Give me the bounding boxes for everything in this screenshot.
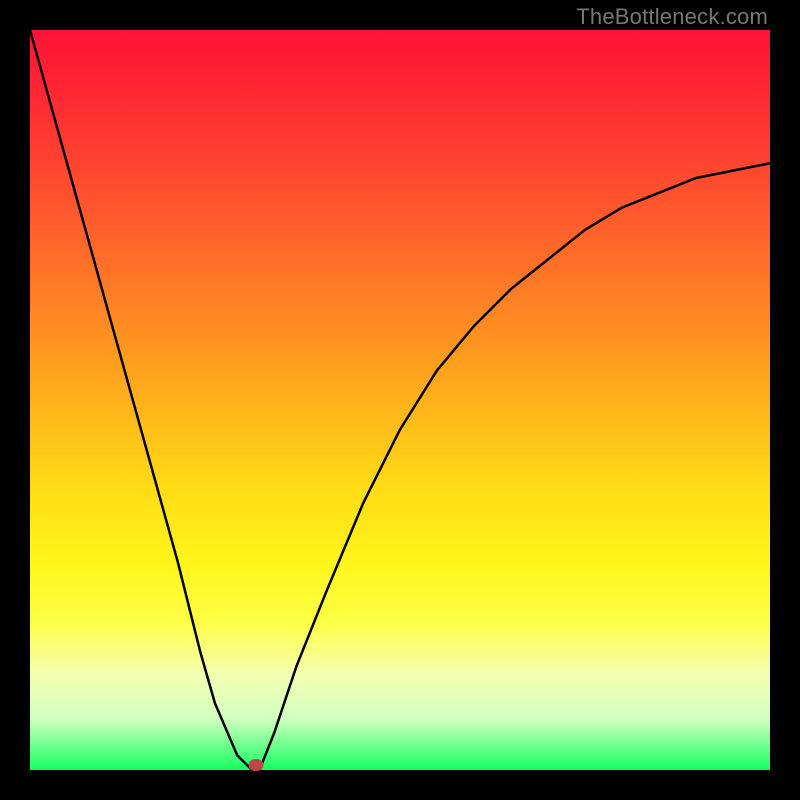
chart-frame: TheBottleneck.com	[0, 0, 800, 800]
watermark-text: TheBottleneck.com	[576, 4, 768, 30]
plot-area	[30, 30, 770, 770]
marker-dot	[249, 759, 264, 771]
bottleneck-curve	[30, 30, 770, 770]
curve-svg	[30, 30, 770, 770]
